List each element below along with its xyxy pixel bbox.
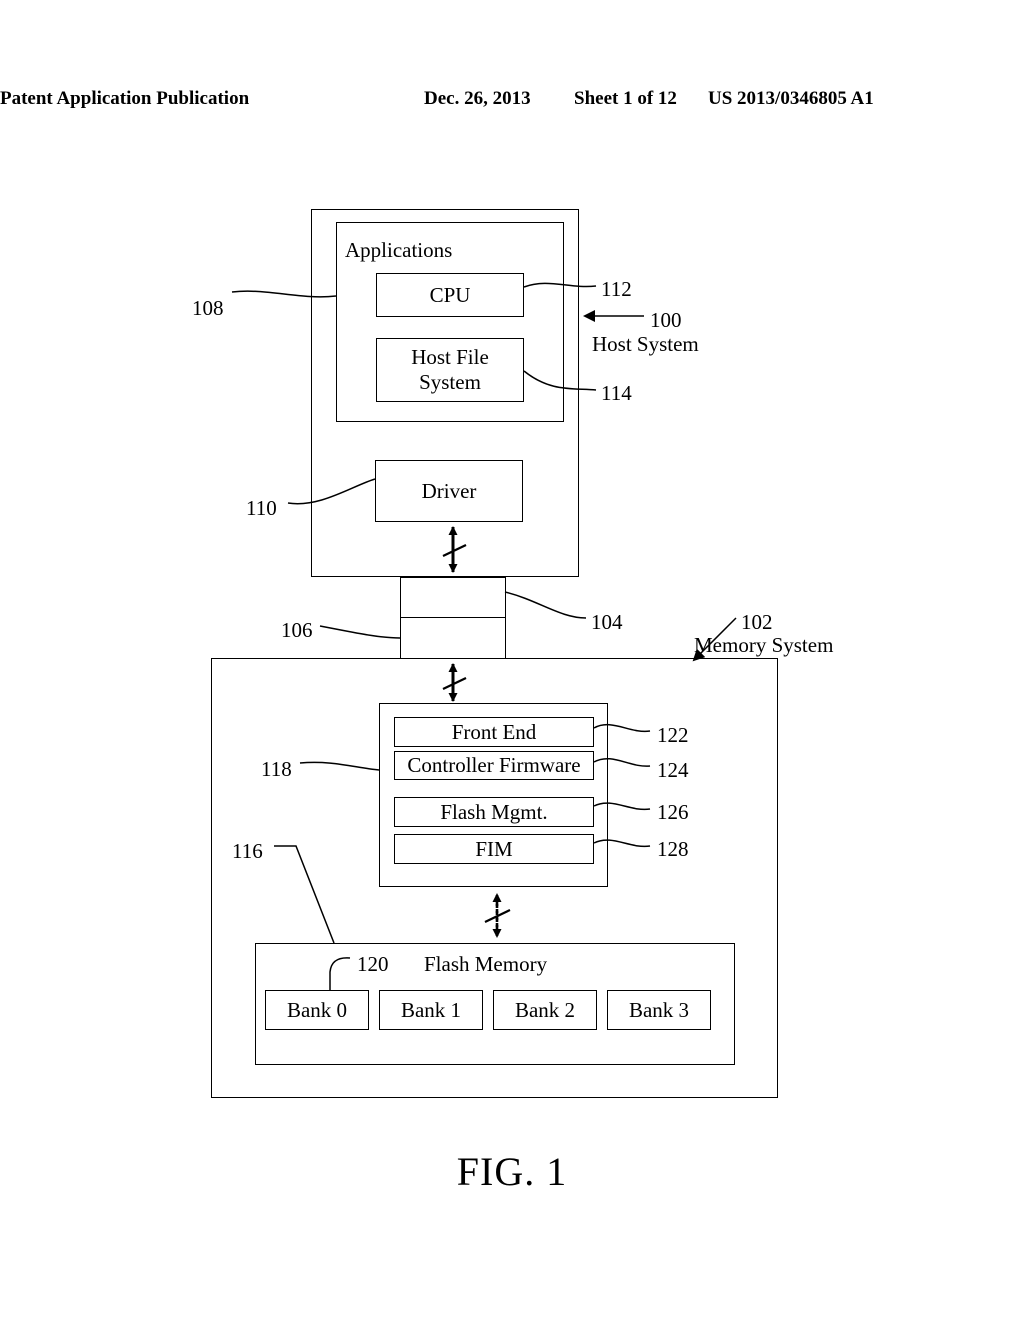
ref-120: 120 [357, 952, 389, 976]
bank-0-label: Bank 0 [286, 997, 348, 1022]
bank-2-label: Bank 2 [514, 997, 576, 1022]
ref-100: 100 [650, 308, 682, 332]
ref-116: 116 [232, 839, 263, 863]
host-file-system-label: Host File System [411, 345, 489, 394]
header-sheet: Sheet 1 of 12 [574, 88, 677, 109]
page-header: Patent Application Publication Dec. 26, … [0, 88, 1024, 114]
applications-label: Applications [345, 238, 453, 262]
ref-118: 118 [261, 757, 292, 781]
driver-label: Driver [421, 478, 477, 503]
figure-caption: FIG. 1 [456, 1149, 568, 1194]
ref-124: 124 [657, 758, 689, 782]
fim-label: FIM [475, 836, 513, 861]
ref-102: 102 [741, 610, 773, 634]
host-system-text-label: Host System [592, 332, 699, 356]
controller-firmware-label: Controller Firmware [407, 753, 581, 778]
ref-122: 122 [657, 723, 689, 747]
connector-box [400, 577, 506, 659]
header-patent-number: US 2013/0346805 A1 [708, 88, 874, 109]
flash-memory-label: Flash Memory [424, 952, 548, 976]
front-end-label: Front End [451, 719, 537, 744]
leader-106 [319, 625, 401, 639]
bank-3-label: Bank 3 [628, 997, 690, 1022]
flash-mgmt-label: Flash Mgmt. [440, 799, 548, 824]
memory-system-text-label: Memory System [694, 633, 834, 657]
ref-110: 110 [246, 496, 277, 520]
ref-114: 114 [601, 381, 632, 405]
ref-108: 108 [192, 296, 224, 320]
leader-104 [504, 591, 587, 619]
ref-126: 126 [657, 800, 689, 824]
ref-128: 128 [657, 837, 689, 861]
connector-divider [400, 617, 506, 618]
ref-104: 104 [591, 610, 623, 634]
ref-112: 112 [601, 277, 632, 301]
bank-1-label: Bank 1 [400, 997, 462, 1022]
patent-figure-page: Patent Application Publication Dec. 26, … [0, 0, 1024, 1320]
ref-106: 106 [281, 618, 313, 642]
cpu-label: CPU [429, 282, 471, 307]
header-publication: Patent Application Publication [0, 88, 250, 109]
header-date: Dec. 26, 2013 [424, 88, 531, 109]
